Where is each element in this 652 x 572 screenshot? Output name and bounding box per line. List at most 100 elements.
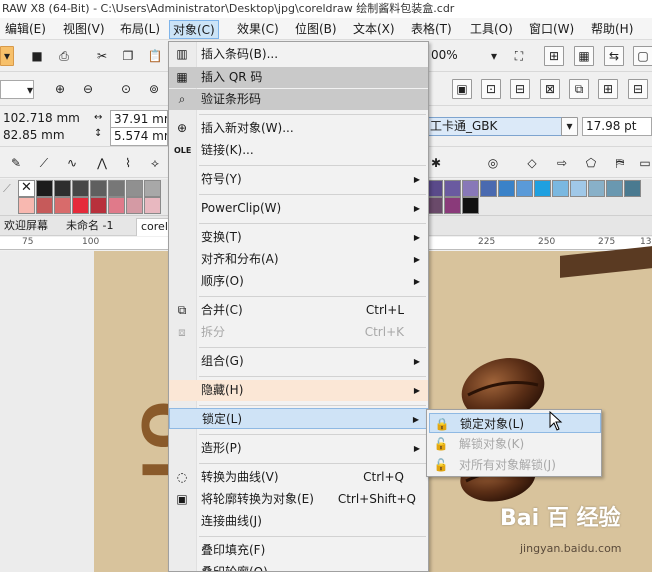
- color-swatch[interactable]: [624, 180, 641, 197]
- menu-convert-outline-to-object[interactable]: ▣ 将轮廓转换为对象(E) Ctrl+Shift+Q: [169, 489, 428, 510]
- zoom-level-field[interactable]: 00%: [428, 47, 478, 66]
- zoom-dropdown-icon[interactable]: ▾: [484, 46, 504, 66]
- color-swatch[interactable]: [126, 197, 143, 214]
- full-screen-icon[interactable]: ⛶: [509, 46, 529, 66]
- callout-shapes-icon[interactable]: ▭: [635, 153, 652, 173]
- color-swatch[interactable]: [36, 197, 53, 214]
- menu-group[interactable]: 组合(G) ▶: [169, 351, 428, 372]
- save-icon[interactable]: ■: [27, 46, 47, 66]
- options-icon[interactable]: ▢: [633, 46, 652, 66]
- canvas-dark-shape[interactable]: [560, 246, 652, 278]
- menu-help[interactable]: 帮助(H): [588, 20, 636, 39]
- submenu-unlock-all-objects[interactable]: 🔓 对所有对象解锁(J): [429, 455, 601, 475]
- menu-table[interactable]: 表格(T): [408, 20, 455, 39]
- basic-shapes-icon[interactable]: ◇: [522, 153, 542, 173]
- font-name-dropdown-icon[interactable]: ▾: [561, 117, 578, 136]
- flowchart-shapes-icon[interactable]: ⬠: [581, 153, 601, 173]
- color-swatch[interactable]: [36, 180, 53, 197]
- knife-tool-icon[interactable]: ⌇: [118, 153, 138, 173]
- menu-join-curves[interactable]: 连接曲线(J): [169, 511, 428, 532]
- combine-toolbar-icon[interactable]: ⧉: [569, 79, 589, 99]
- zoom-out-icon[interactable]: ⊖: [78, 79, 98, 99]
- zoom-selected-icon[interactable]: ⊙: [116, 79, 136, 99]
- color-swatch[interactable]: [144, 197, 161, 214]
- tab-untitled-1[interactable]: 未命名 -1: [62, 218, 117, 236]
- snap-to-icon[interactable]: ⊞: [544, 46, 564, 66]
- menu-validate-barcode[interactable]: ⌕ 验证条形码: [169, 89, 428, 110]
- bezier-tool-icon[interactable]: ⟋: [34, 153, 54, 173]
- color-swatch[interactable]: [72, 180, 89, 197]
- color-swatch[interactable]: [534, 180, 551, 197]
- zoom-in-icon[interactable]: ⊕: [50, 79, 70, 99]
- weld-icon[interactable]: ⊞: [598, 79, 618, 99]
- color-swatch[interactable]: [498, 180, 515, 197]
- menu-break-apart[interactable]: ⧈ 拆分 Ctrl+K: [169, 322, 428, 343]
- menu-text[interactable]: 文本(X): [350, 20, 398, 39]
- ungroup-all-icon[interactable]: ⊠: [540, 79, 560, 99]
- height-field[interactable]: 5.574 mm: [110, 127, 168, 146]
- eyedropper-icon[interactable]: ⟋: [3, 182, 11, 196]
- print-icon[interactable]: ⎙: [54, 46, 74, 66]
- color-swatch[interactable]: [552, 180, 569, 197]
- color-swatch[interactable]: [444, 197, 461, 214]
- color-swatch[interactable]: [18, 197, 35, 214]
- menu-overprint-outline[interactable]: 叠印轮廓(O): [169, 562, 428, 571]
- menu-insert-barcode[interactable]: ▥ 插入条码(B)...: [169, 44, 428, 65]
- menu-window[interactable]: 窗口(W): [526, 20, 577, 39]
- color-swatch[interactable]: [108, 180, 125, 197]
- menu-lock[interactable]: 锁定(L) ▶: [169, 408, 428, 429]
- menu-tools[interactable]: 工具(O): [467, 20, 516, 39]
- menu-align-distribute[interactable]: 对齐和分布(A) ▶: [169, 249, 428, 270]
- menu-insert-new-object[interactable]: ⊕ 插入新对象(W)...: [169, 118, 428, 139]
- font-name-field[interactable]: 工卡通_GBK: [426, 117, 562, 136]
- polyline-tool-icon[interactable]: ∿: [62, 153, 82, 173]
- color-swatch[interactable]: [606, 180, 623, 197]
- color-swatch[interactable]: [516, 180, 533, 197]
- ungroup-icon[interactable]: ⊟: [510, 79, 530, 99]
- menu-hide[interactable]: 隐藏(H) ▶: [169, 380, 428, 401]
- menu-view[interactable]: 视图(V): [60, 20, 108, 39]
- submenu-unlock-object[interactable]: 🔓 解锁对象(K): [429, 434, 601, 454]
- menu-convert-to-curves[interactable]: ◌ 转换为曲线(V) Ctrl+Q: [169, 467, 428, 488]
- menu-edit[interactable]: 编辑(E): [2, 20, 49, 39]
- color-swatch[interactable]: [54, 180, 71, 197]
- grid-icon[interactable]: ▦: [574, 46, 594, 66]
- b-spline-tool-icon[interactable]: ⋀: [92, 153, 112, 173]
- menu-shaping[interactable]: 造形(P) ▶: [169, 438, 428, 459]
- star-shape-icon[interactable]: ✱: [426, 153, 446, 173]
- align-icon[interactable]: ▣: [452, 79, 472, 99]
- zoom-all-icon[interactable]: ⊚: [144, 79, 164, 99]
- menu-powerclip[interactable]: PowerClip(W) ▶: [169, 198, 428, 219]
- menu-object[interactable]: 对象(C): [169, 20, 219, 39]
- font-size-field[interactable]: 17.98 pt: [582, 117, 652, 136]
- menu-transform[interactable]: 变换(T) ▶: [169, 227, 428, 248]
- color-swatch[interactable]: [126, 180, 143, 197]
- menu-order[interactable]: 顺序(O) ▶: [169, 271, 428, 292]
- color-swatch[interactable]: [90, 197, 107, 214]
- smart-drawing-icon[interactable]: ⟡: [145, 153, 165, 173]
- submenu-lock-object[interactable]: 🔒 锁定对象(L): [429, 413, 601, 433]
- group-icon[interactable]: ⊡: [481, 79, 501, 99]
- menu-layout[interactable]: 布局(L): [117, 20, 163, 39]
- menu-links[interactable]: OLE 链接(K)...: [169, 140, 428, 161]
- cut-icon[interactable]: ✂: [92, 46, 112, 66]
- menu-overprint-fill[interactable]: 叠印填充(F): [169, 540, 428, 561]
- menu-bitmaps[interactable]: 位图(B): [292, 20, 340, 39]
- trim-icon[interactable]: ⊟: [628, 79, 648, 99]
- banner-shapes-icon[interactable]: ⛿: [610, 153, 630, 173]
- color-swatch[interactable]: [72, 197, 89, 214]
- guidelines-icon[interactable]: ⇆: [604, 46, 624, 66]
- spiral-tool-icon[interactable]: ◎: [483, 153, 503, 173]
- color-swatch[interactable]: [462, 197, 479, 214]
- color-swatch[interactable]: [444, 180, 461, 197]
- color-swatch[interactable]: [588, 180, 605, 197]
- color-swatch[interactable]: [570, 180, 587, 197]
- new-dropdown-icon[interactable]: ▾: [0, 46, 14, 66]
- color-swatch[interactable]: [144, 180, 161, 197]
- color-swatch[interactable]: [108, 197, 125, 214]
- y-position-field[interactable]: 82.85 mm: [0, 127, 85, 146]
- paste-icon[interactable]: 📋: [145, 46, 165, 66]
- menu-insert-qr-code[interactable]: ▦ 插入 QR 码: [169, 67, 428, 88]
- menu-symbol[interactable]: 符号(Y) ▶: [169, 169, 428, 190]
- menu-combine[interactable]: ⧉ 合并(C) Ctrl+L: [169, 300, 428, 321]
